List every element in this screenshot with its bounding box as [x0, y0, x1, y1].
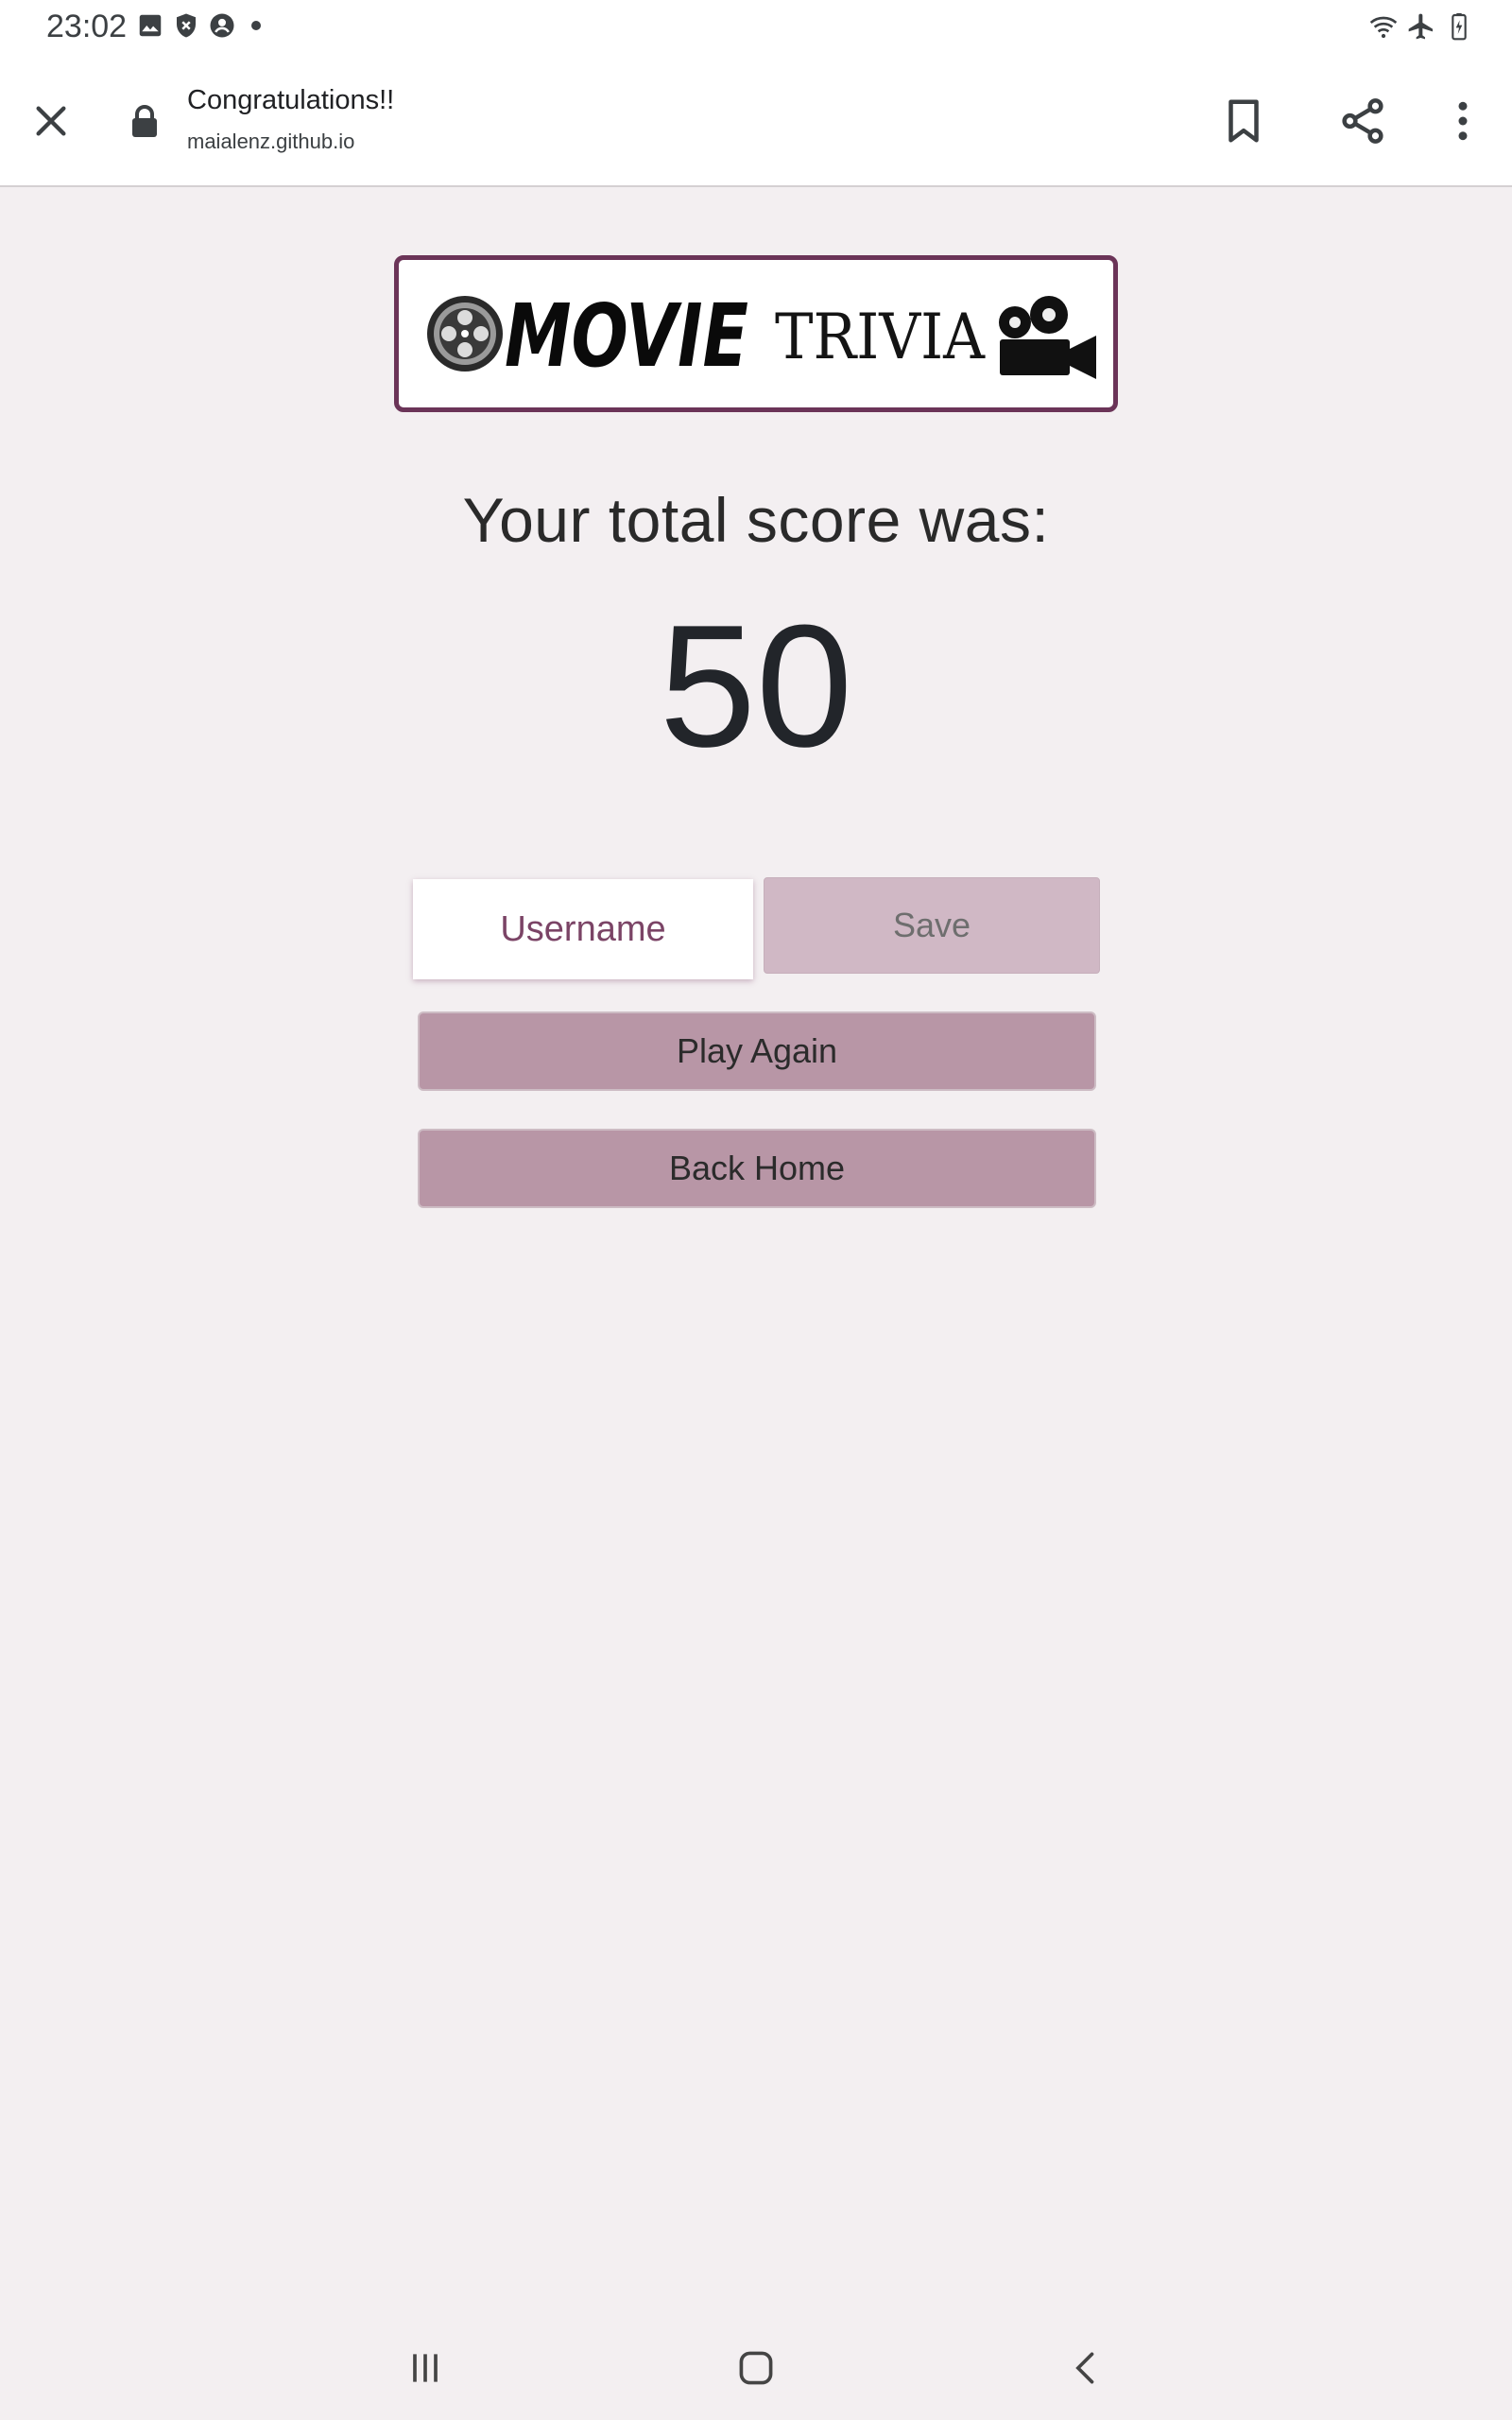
system-nav-bar: [0, 2316, 1512, 2420]
save-button[interactable]: Save: [764, 877, 1100, 974]
status-time: 23:02: [46, 9, 128, 44]
more-options-button[interactable]: [1429, 87, 1497, 155]
back-home-button[interactable]: Back Home: [418, 1129, 1096, 1208]
play-again-button[interactable]: Play Again: [418, 1011, 1096, 1091]
close-tab-button[interactable]: [23, 93, 79, 149]
share-icon: [1342, 98, 1383, 144]
logo-graphic: MOVIE TRIVIA: [427, 285, 1096, 387]
dot-icon: [251, 21, 261, 30]
username-input[interactable]: [413, 879, 753, 979]
share-button[interactable]: [1329, 87, 1397, 155]
score-value: 50: [659, 588, 853, 783]
status-icons-left: [136, 11, 261, 40]
account-icon: [210, 13, 234, 38]
logo-text-movie: MOVIE: [505, 285, 748, 387]
recents-icon: [413, 2354, 438, 2382]
recents-button[interactable]: [387, 2335, 463, 2401]
score-label: Your total score was:: [462, 485, 1050, 555]
bookmark-button[interactable]: [1210, 87, 1278, 155]
status-bar: 23:02: [0, 0, 1512, 53]
more-vert-icon: [1458, 101, 1468, 141]
page-url[interactable]: maialenz.github.io: [187, 129, 354, 155]
home-button[interactable]: [718, 2335, 794, 2401]
film-reel-icon: [427, 296, 503, 372]
bookmark-icon: [1228, 99, 1259, 143]
close-icon: [36, 106, 66, 136]
back-icon: [1075, 2352, 1094, 2384]
lock-icon[interactable]: [129, 104, 160, 138]
battery-charging-icon: [1452, 13, 1467, 41]
logo-text-trivia: TRIVIA: [775, 301, 986, 373]
airplane-mode-icon: [1408, 13, 1433, 40]
page-title: Congratulations!!: [187, 85, 395, 115]
browser-toolbar: Congratulations!! maialenz.github.io: [0, 53, 1512, 187]
status-icons-right: [1368, 11, 1474, 42]
image-icon: [139, 14, 162, 37]
wifi-icon: [1369, 16, 1398, 39]
home-icon: [739, 2351, 773, 2385]
movie-camera-icon: [999, 296, 1096, 379]
movie-trivia-logo: MOVIE TRIVIA: [394, 255, 1118, 412]
shield-icon: [177, 13, 196, 38]
back-button[interactable]: [1049, 2335, 1125, 2401]
